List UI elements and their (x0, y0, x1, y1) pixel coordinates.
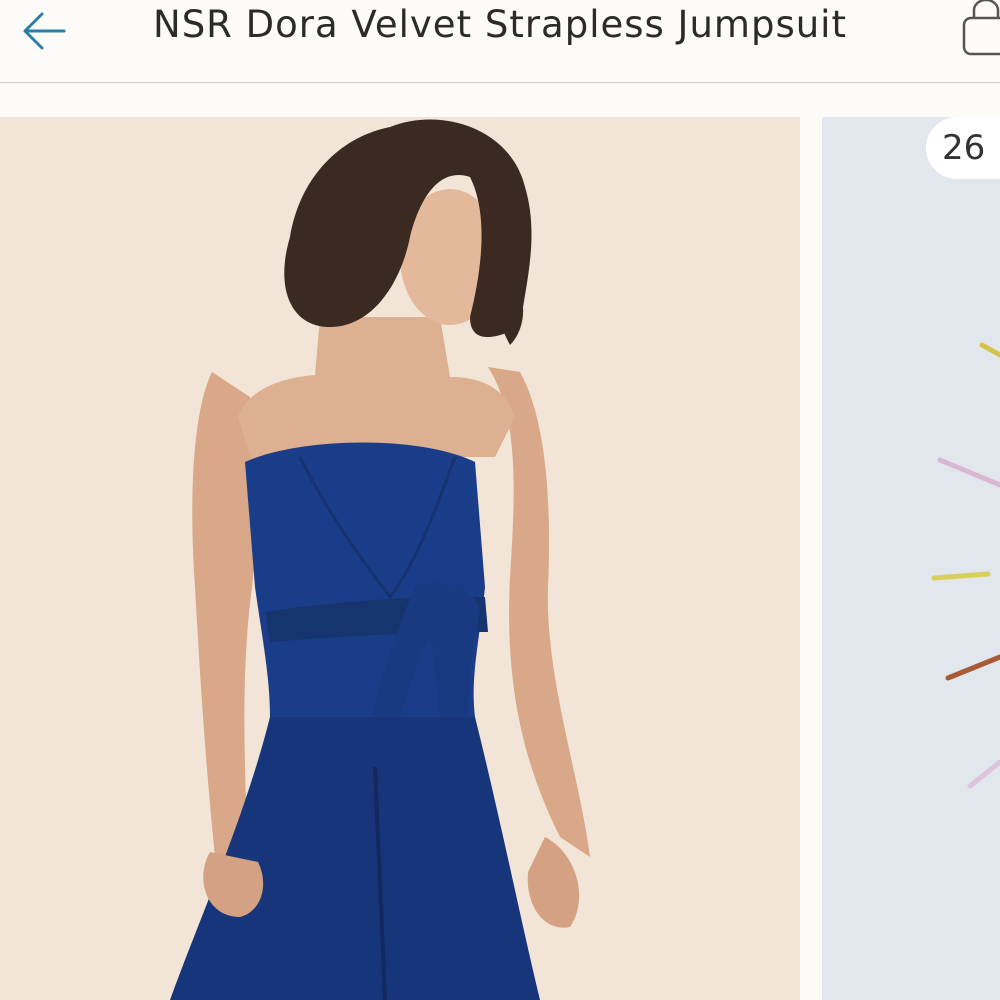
top-nav-bar: NSR Dora Velvet Strapless Jumpsuit (0, 0, 1000, 83)
next-photo-image (822, 117, 1000, 1000)
product-photo[interactable] (0, 117, 800, 1000)
next-product-photo[interactable] (822, 117, 1000, 1000)
product-photo-image (0, 117, 800, 1000)
shopping-bag-button[interactable] (956, 0, 1000, 58)
product-image-carousel[interactable]: 26 (0, 117, 1000, 1000)
shopping-bag-icon (962, 0, 1000, 56)
product-title: NSR Dora Velvet Strapless Jumpsuit (153, 3, 847, 46)
image-counter-badge: 26 (926, 117, 1000, 179)
